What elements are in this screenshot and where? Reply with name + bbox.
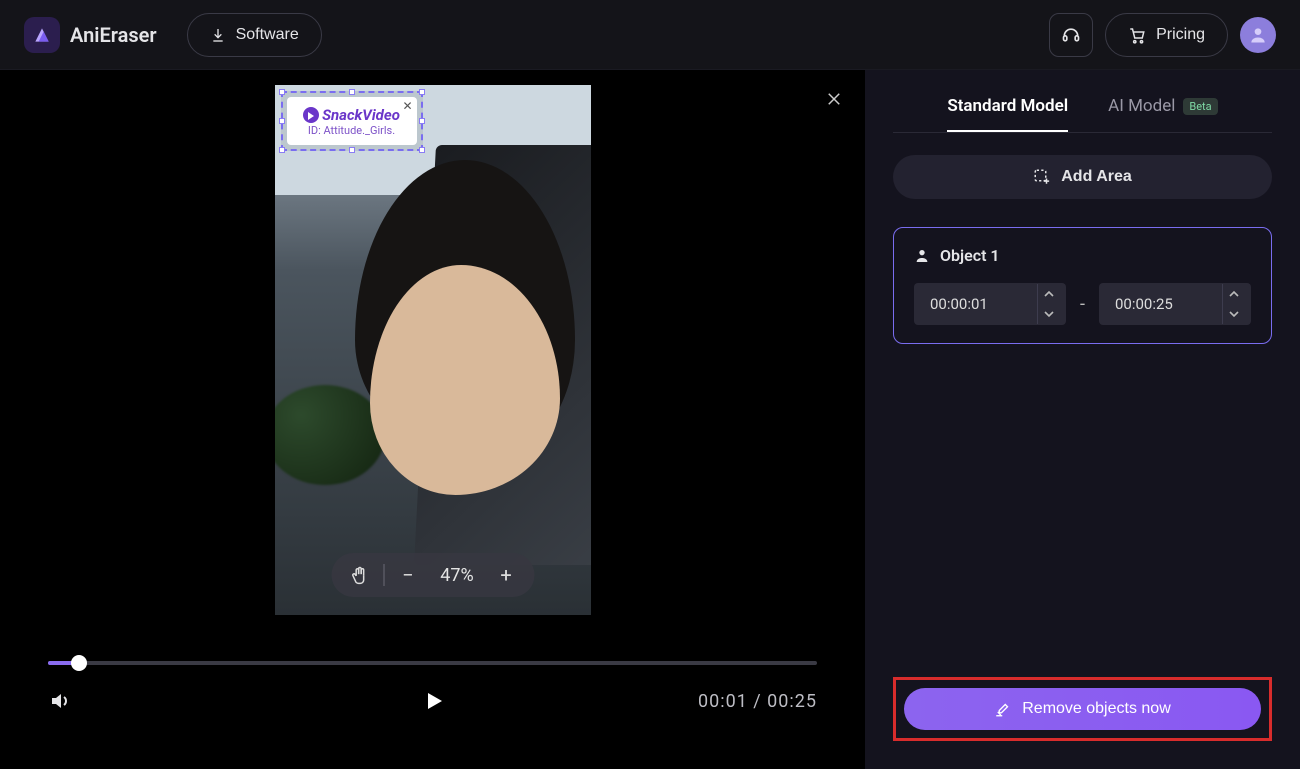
zoom-in-button[interactable]: + [488,557,524,593]
side-panel: Standard Model AI Model Beta Add Area Ob… [865,70,1300,769]
zoom-value: 47% [430,565,484,586]
logo-icon [24,17,60,53]
watermark-brand-text: SnackVideo [322,106,400,124]
time-range-dash: - [1080,294,1085,315]
zoom-bar: − 47% + [331,553,534,597]
watermark-content: SnackVideo ID: Attitude._Girls. ✕ [287,97,417,145]
time-end-input[interactable]: 00:00:25 [1099,283,1251,325]
watermark-brand-icon [303,107,319,123]
zoom-out-button[interactable]: − [390,557,426,593]
time-start-down[interactable] [1038,304,1060,324]
video-frame[interactable]: SnackVideo ID: Attitude._Girls. ✕ − [275,85,591,615]
watermark-id: ID: Attitude._Girls. [308,124,395,137]
main: SnackVideo ID: Attitude._Girls. ✕ − [0,70,1300,769]
timeline[interactable] [48,661,817,665]
add-area-button[interactable]: Add Area [893,155,1272,199]
remove-objects-button[interactable]: Remove objects now [904,688,1261,730]
play-button[interactable] [421,689,445,713]
software-button[interactable]: Software [187,13,322,57]
pan-hand-button[interactable] [341,557,377,593]
app-name: AniEraser [70,23,157,47]
volume-icon[interactable] [48,689,72,713]
logo[interactable]: AniEraser [24,17,157,53]
object-card: Object 1 00:00:01 - 00:00:25 [893,227,1272,344]
time-display: 00:01 / 00:25 [698,691,817,712]
time-end-down[interactable] [1223,304,1245,324]
pricing-button[interactable]: Pricing [1105,13,1228,57]
add-area-icon [1033,168,1051,186]
remove-label: Remove objects now [1022,700,1171,718]
object-title: Object 1 [914,246,1251,265]
header-right: Pricing [1049,13,1276,57]
time-duration: 00:25 [767,691,817,712]
watermark-brand: SnackVideo [303,106,400,124]
software-label: Software [236,26,299,44]
preview-pane: SnackVideo ID: Attitude._Girls. ✕ − [0,70,865,769]
tab-standard-label: Standard Model [947,96,1068,116]
headset-icon [1061,25,1081,45]
time-end-value: 00:00:25 [1115,295,1222,313]
playback-controls: 00:01 / 00:25 [0,630,865,730]
download-icon [210,27,226,43]
pricing-label: Pricing [1156,26,1205,44]
time-start-value: 00:00:01 [930,295,1037,313]
object-time-range: 00:00:01 - 00:00:25 [914,283,1251,325]
remove-highlight: Remove objects now [893,677,1272,741]
model-tabs: Standard Model AI Model Beta [893,70,1272,132]
avatar[interactable] [1240,17,1276,53]
add-area-label: Add Area [1061,168,1132,186]
time-current: 00:01 [698,691,748,712]
cart-icon [1128,26,1146,44]
header: AniEraser Software Pricing [0,0,1300,70]
beta-badge: Beta [1183,98,1217,115]
tab-ai-label: AI Model [1108,96,1175,116]
time-start-input[interactable]: 00:00:01 [914,283,1066,325]
tab-ai-model[interactable]: AI Model Beta [1108,96,1217,132]
tab-standard-model[interactable]: Standard Model [947,96,1068,132]
time-end-up[interactable] [1223,284,1245,304]
time-start-up[interactable] [1038,284,1060,304]
watermark-close-icon[interactable]: ✕ [401,99,415,113]
timeline-thumb[interactable] [71,655,87,671]
support-button[interactable] [1049,13,1093,57]
watermark-selection[interactable]: SnackVideo ID: Attitude._Girls. ✕ [281,91,423,151]
brush-icon [994,700,1012,718]
video-area: SnackVideo ID: Attitude._Girls. ✕ − [0,70,865,630]
person-icon [914,248,930,264]
object-title-text: Object 1 [940,246,1000,265]
